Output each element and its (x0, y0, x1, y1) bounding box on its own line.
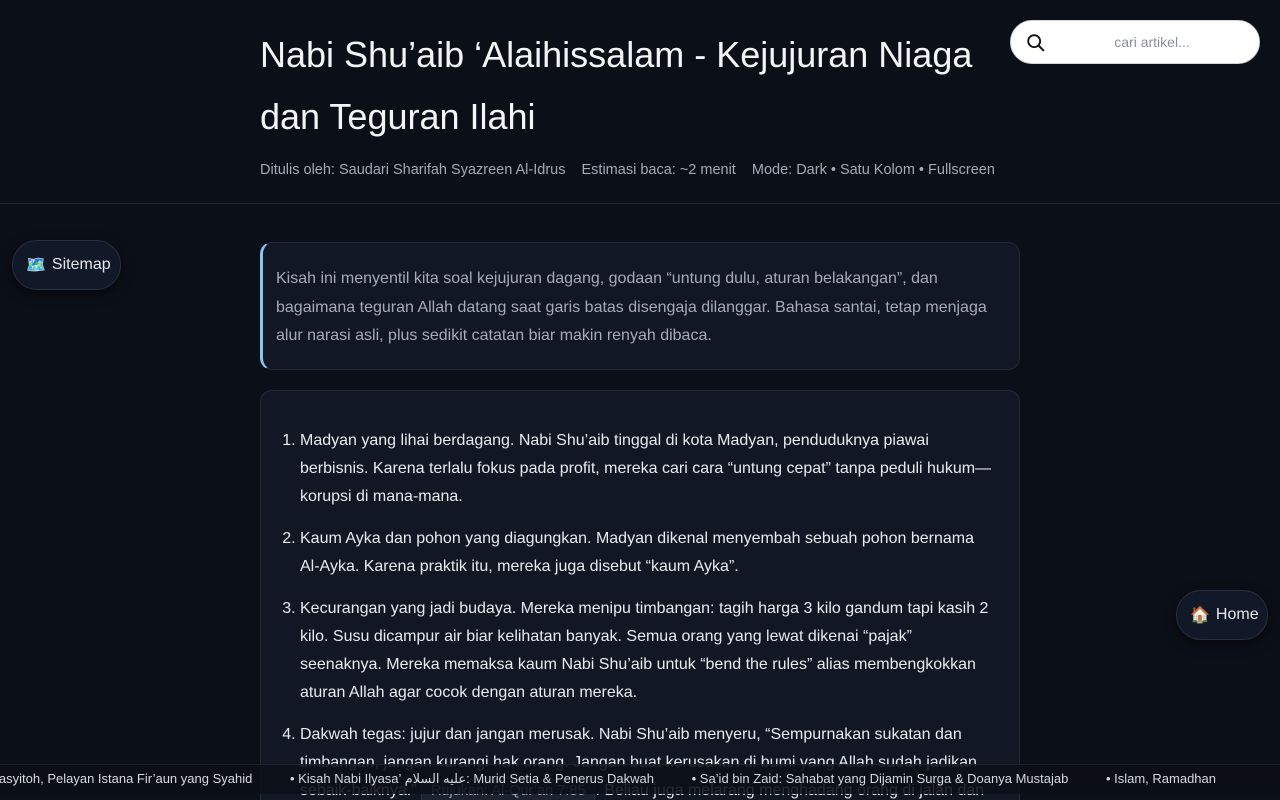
intro-text: Kisah ini menyentil kita soal kejujuran … (276, 270, 987, 344)
house-icon: 🏠 (1190, 607, 1210, 624)
ticker-item[interactable]: • Islam, Ramadhan (1106, 771, 1216, 786)
home-label: Home (1215, 606, 1259, 623)
search-input[interactable] (1057, 27, 1247, 57)
article-meta: Ditulis oleh: Saudari Sharifah Syazreen … (260, 162, 1007, 178)
ticker-item[interactable]: an Masyitoh, Pelayan Istana Fir’aun yang… (0, 771, 252, 786)
mode-label: Mode: Dark • Satu Kolom • Fullscreen (751, 162, 995, 178)
page-title: Nabi Shu’aib ‘Alaihissalam - Kejujuran N… (260, 34, 973, 137)
ticker-item[interactable]: • Sa’id bin Zaid: Sahabat yang Dijamin S… (692, 771, 1069, 786)
home-button[interactable]: 🏠 Home (1176, 590, 1268, 640)
map-icon: 🗺️ (26, 257, 46, 274)
sitemap-label: Sitemap (51, 256, 111, 273)
read-time-label: Estimasi baca: ~2 menit (581, 162, 736, 178)
search-box[interactable] (1010, 20, 1260, 64)
ticker-item[interactable]: • Kisah Nabi Ilyasa’ عليه السلام: Murid … (290, 771, 654, 787)
news-ticker: an Masyitoh, Pelayan Istana Fir’aun yang… (0, 764, 1280, 794)
sitemap-button[interactable]: 🗺️ Sitemap (12, 240, 121, 290)
page: Nabi Shu’aib ‘Alaihissalam - Kejujuran N… (0, 0, 1280, 800)
intro-callout: Kisah ini menyentil kita soal kejujuran … (260, 242, 1020, 370)
list-item: Kecurangan yang jadi budaya. Mereka meni… (300, 595, 997, 707)
list-item: Madyan yang lihai berdagang. Nabi Shu’ai… (300, 427, 997, 511)
article-content: Madyan yang lihai berdagang. Nabi Shu’ai… (260, 390, 1020, 800)
author-label: Ditulis oleh: Saudari Sharifah Syazreen … (260, 162, 566, 178)
list-item: Kaum Ayka dan pohon yang diagungkan. Mad… (300, 525, 997, 581)
ticker-track: an Masyitoh, Pelayan Istana Fir’aun yang… (0, 771, 1250, 787)
search-icon (1027, 34, 1045, 52)
story-list: Madyan yang lihai berdagang. Nabi Shu’ai… (283, 427, 997, 800)
